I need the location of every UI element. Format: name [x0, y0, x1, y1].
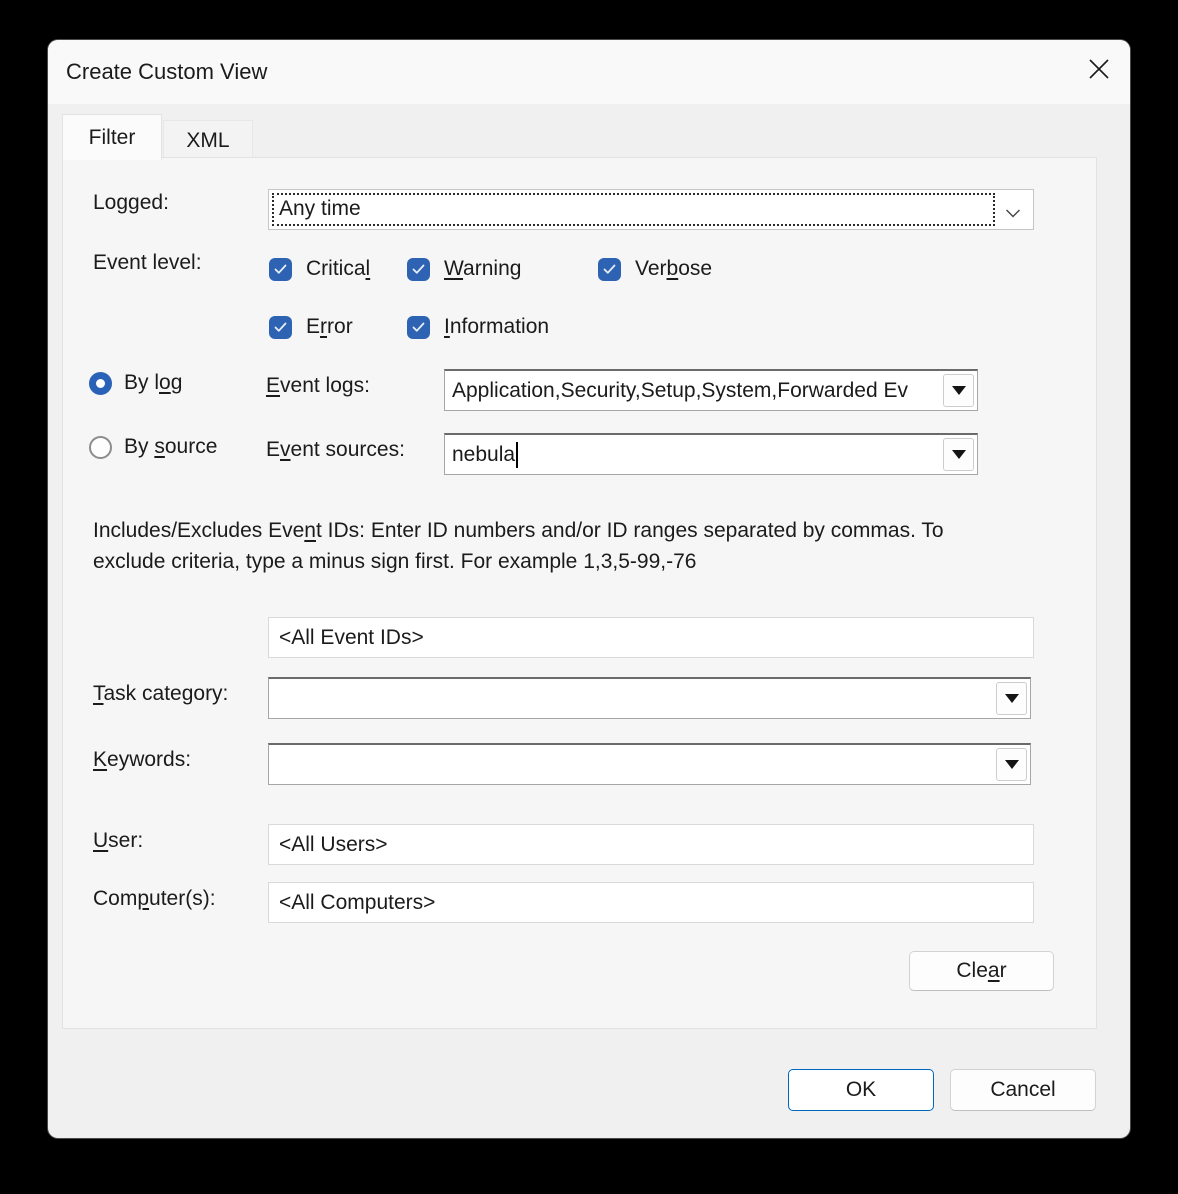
- tab-filter[interactable]: Filter: [62, 114, 162, 160]
- radio-by-log[interactable]: By log: [89, 371, 182, 395]
- computers-input[interactable]: <All Computers>: [268, 882, 1034, 923]
- event-sources-combobox[interactable]: nebula: [444, 433, 978, 475]
- event-logs-dropdown-button[interactable]: [943, 374, 974, 407]
- keywords-combobox[interactable]: [268, 743, 1031, 785]
- checkbox-verbose[interactable]: Verbose: [598, 257, 712, 281]
- checkbox-label: Information: [444, 315, 549, 339]
- logged-value: Any time: [279, 190, 361, 227]
- ok-button-label: OK: [846, 1078, 876, 1102]
- close-button[interactable]: [1076, 48, 1122, 94]
- keywords-value: [276, 745, 992, 784]
- event-logs-value: Application,Security,Setup,System,Forwar…: [452, 371, 943, 410]
- event-ids-input[interactable]: <All Event IDs>: [268, 617, 1034, 658]
- radio-unselected-icon: [89, 436, 112, 459]
- tab-xml[interactable]: XML: [163, 120, 253, 160]
- tab-xml-label: XML: [186, 129, 229, 153]
- chevron-down-icon: [1005, 205, 1021, 223]
- checkmark-icon: [598, 258, 621, 281]
- checkmark-icon: [269, 258, 292, 281]
- clear-button[interactable]: Clear: [909, 951, 1054, 991]
- checkbox-warning[interactable]: Warning: [407, 257, 521, 281]
- computers-label: Computer(s):: [93, 886, 216, 912]
- create-custom-view-dialog: Create Custom View Filter XML Logged: An…: [48, 40, 1130, 1138]
- clear-button-label: Clear: [956, 959, 1006, 983]
- checkbox-critical[interactable]: Critical: [269, 257, 370, 281]
- checkbox-label: Warning: [444, 257, 521, 281]
- cancel-button-label: Cancel: [990, 1078, 1055, 1102]
- checkbox-label: Critical: [306, 257, 370, 281]
- checkbox-label: Error: [306, 315, 353, 339]
- logged-label: Logged:: [93, 190, 169, 216]
- triangle-down-icon: [952, 386, 966, 395]
- triangle-down-icon: [1005, 694, 1019, 703]
- radio-selected-icon: [89, 372, 112, 395]
- filter-tab-panel: Logged: Any time Event level: Critical W…: [62, 157, 1097, 1029]
- task-category-value: [276, 679, 992, 718]
- checkmark-icon: [407, 258, 430, 281]
- radio-by-source[interactable]: By source: [89, 435, 217, 459]
- text-caret: [516, 442, 518, 468]
- checkbox-error[interactable]: Error: [269, 315, 353, 339]
- event-level-label: Event level:: [93, 250, 202, 276]
- logged-dropdown[interactable]: Any time: [268, 189, 1034, 230]
- user-input[interactable]: <All Users>: [268, 824, 1034, 865]
- user-label: User:: [93, 828, 143, 854]
- ok-button[interactable]: OK: [788, 1069, 934, 1111]
- keywords-dropdown-button[interactable]: [996, 748, 1027, 781]
- title-bar[interactable]: Create Custom View: [48, 40, 1130, 104]
- checkmark-icon: [269, 316, 292, 339]
- checkbox-information[interactable]: Information: [407, 315, 549, 339]
- radio-label: By log: [124, 371, 182, 395]
- event-sources-label: Event sources:: [266, 437, 405, 463]
- checkmark-icon: [407, 316, 430, 339]
- triangle-down-icon: [1005, 760, 1019, 769]
- cancel-button[interactable]: Cancel: [950, 1069, 1096, 1111]
- task-category-dropdown-button[interactable]: [996, 682, 1027, 715]
- tab-filter-label: Filter: [89, 126, 136, 150]
- close-icon: [1088, 58, 1110, 85]
- event-sources-value: nebula: [452, 435, 939, 474]
- event-logs-combobox[interactable]: Application,Security,Setup,System,Forwar…: [444, 369, 978, 411]
- keywords-label: Keywords:: [93, 747, 191, 773]
- event-ids-hint-text: Includes/Excludes Event IDs: Enter ID nu…: [93, 515, 993, 577]
- task-category-label: Task category:: [93, 681, 228, 707]
- checkbox-label: Verbose: [635, 257, 712, 281]
- event-sources-dropdown-button[interactable]: [943, 438, 974, 471]
- radio-label: By source: [124, 435, 217, 459]
- dialog-title: Create Custom View: [66, 40, 267, 104]
- focus-rectangle: [272, 193, 995, 226]
- event-logs-label: Event logs:: [266, 373, 370, 399]
- triangle-down-icon: [952, 450, 966, 459]
- task-category-combobox[interactable]: [268, 677, 1031, 719]
